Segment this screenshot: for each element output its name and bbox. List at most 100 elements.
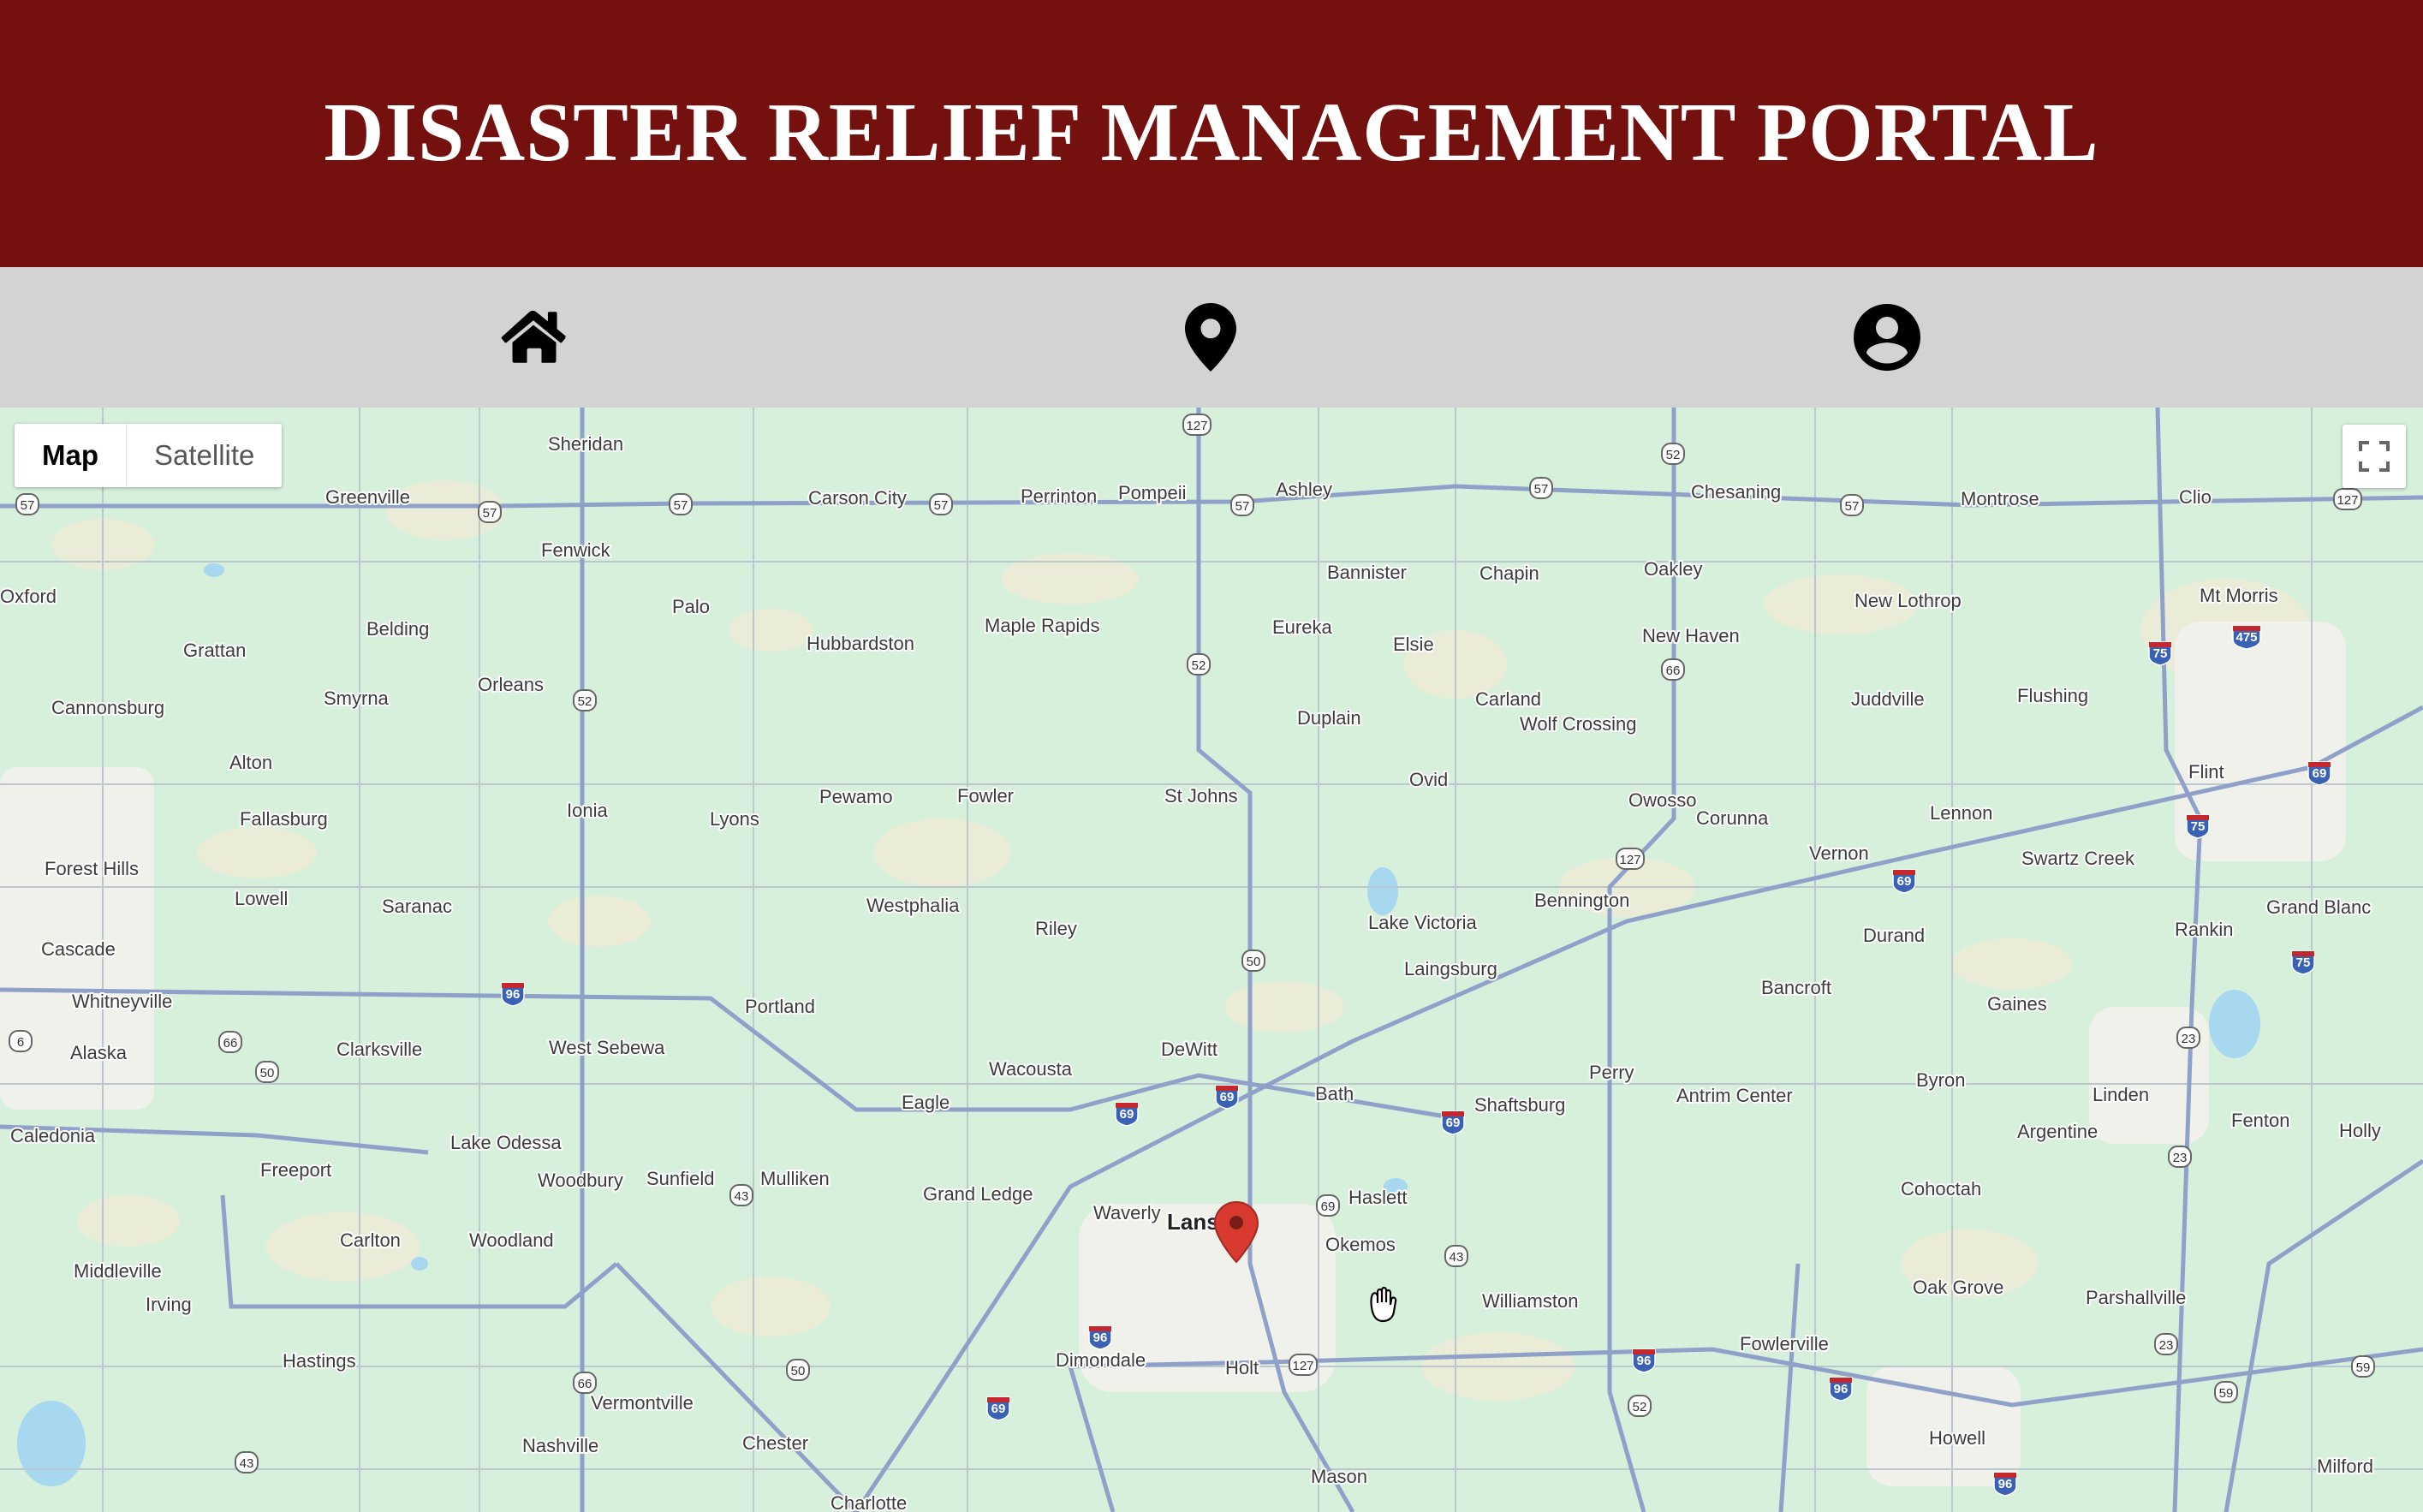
place-label: Alaska	[70, 1042, 128, 1063]
place-label: Durand	[1863, 925, 1925, 946]
place-label: Palo	[672, 596, 710, 617]
place-label: Clarksville	[336, 1039, 422, 1060]
interstate-shield: 475	[2232, 625, 2261, 650]
map-canvas[interactable]: 12752575757 57 575757 12752 6652127506665069…	[0, 408, 2423, 1512]
place-label: Westphalia	[866, 895, 960, 916]
place-label: Woodbury	[538, 1170, 623, 1191]
route-number: 50	[1247, 955, 1261, 969]
place-label: Vernon	[1809, 842, 1869, 864]
place-label: DeWitt	[1161, 1039, 1217, 1060]
route-number: 69	[991, 1402, 1006, 1416]
place-label: Ashley	[1276, 479, 1332, 500]
place-label: Cascade	[41, 938, 116, 960]
place-label: Perrinton	[1021, 485, 1097, 507]
route-shield: 57	[478, 501, 502, 523]
route-number: 96	[1093, 1330, 1108, 1345]
place-label: Dimondale	[1056, 1349, 1146, 1371]
route-shield: 57	[929, 493, 953, 515]
place-label: Orleans	[478, 674, 544, 695]
route-number: 50	[260, 1066, 275, 1080]
route-number: 57	[674, 498, 688, 513]
nav-map-button[interactable]	[1170, 296, 1252, 378]
place-label: Chesaning	[1691, 481, 1781, 503]
place-label: Byron	[1916, 1069, 1965, 1091]
map-type-satellite-button[interactable]: Satellite	[127, 424, 282, 487]
place-label: Grand Ledge	[923, 1183, 1033, 1205]
route-number: 96	[1998, 1477, 2013, 1491]
place-label: Carson City	[808, 487, 907, 509]
place-label: Cannonsburg	[51, 697, 164, 718]
route-number: 127	[1292, 1359, 1313, 1373]
map-type-map-button[interactable]: Map	[15, 424, 127, 487]
place-label: Oak Grove	[1913, 1277, 2003, 1298]
route-number: 23	[2173, 1151, 2188, 1165]
nav-home-button[interactable]	[493, 296, 575, 378]
route-number: 66	[1666, 664, 1681, 678]
fullscreen-button[interactable]	[2343, 425, 2406, 488]
place-label: Duplain	[1297, 707, 1361, 729]
place-label: Lowell	[235, 888, 288, 909]
place-label: Shaftsburg	[1474, 1094, 1565, 1116]
interstate-shield: 96	[1829, 1377, 1853, 1402]
place-label: Pompeii	[1118, 482, 1186, 503]
place-label: Williamston	[1482, 1290, 1578, 1312]
place-label: Chapin	[1479, 563, 1539, 584]
route-shield: 43	[235, 1451, 259, 1473]
place-label: Juddville	[1851, 688, 1925, 710]
place-label: Bath	[1315, 1083, 1354, 1104]
place-label: Clio	[2179, 486, 2212, 508]
route-number: 69	[2313, 766, 2327, 781]
route-shield: 69	[1316, 1194, 1340, 1217]
place-label: Pewamo	[819, 786, 893, 807]
route-shield: 66	[1661, 658, 1685, 681]
route-number: 127	[1619, 853, 1640, 867]
route-shield: 59	[2214, 1381, 2238, 1403]
interstate-shield: 75	[2186, 814, 2210, 839]
interstate-shield: 75	[2291, 950, 2315, 975]
place-label: Freeport	[260, 1159, 331, 1181]
place-label: Waverly	[1093, 1202, 1161, 1223]
route-number: 52	[1666, 448, 1681, 462]
place-label: Greenville	[325, 486, 410, 508]
map-pin-icon	[1185, 303, 1236, 372]
route-shield: 43	[1444, 1245, 1468, 1267]
route-shield: 23	[2168, 1146, 2192, 1168]
place-label: Saranac	[382, 896, 452, 917]
route-number: 75	[2191, 819, 2206, 834]
place-label: Sheridan	[548, 433, 623, 455]
nav-bar	[0, 267, 2423, 408]
place-label: Hastings	[283, 1350, 356, 1372]
place-label: Nashville	[522, 1435, 598, 1456]
map-view[interactable]: 127 52 57 57 57 57 57 57 57 127 52 66 52 127 50 66 6 50 69…	[0, 408, 2423, 1512]
route-number: 57	[483, 506, 497, 521]
place-label: Owosso	[1628, 789, 1696, 811]
route-number: 52	[1633, 1400, 1647, 1414]
route-shield: 23	[2154, 1333, 2178, 1355]
place-label: Alton	[229, 752, 272, 773]
nav-account-button[interactable]	[1846, 296, 1928, 378]
place-label: Gaines	[1987, 993, 2047, 1015]
place-label: Argentine	[2017, 1121, 2098, 1142]
route-shield: 66	[573, 1372, 597, 1394]
place-label: Portland	[745, 996, 815, 1017]
place-label: Lake Victoria	[1368, 912, 1478, 933]
interstate-shield: 96	[501, 982, 525, 1007]
place-label: Middleville	[74, 1260, 162, 1282]
route-number: 69	[1446, 1116, 1461, 1130]
route-number: 57	[1534, 482, 1549, 497]
place-label: Caledonia	[10, 1125, 96, 1146]
place-label: Antrim Center	[1676, 1085, 1793, 1106]
place-label: Holly	[2339, 1120, 2381, 1141]
place-label: Fenwick	[541, 539, 611, 561]
route-number: 43	[240, 1456, 254, 1471]
place-label: Cohoctah	[1901, 1178, 1981, 1199]
route-shield: 127	[2333, 488, 2362, 510]
route-shield: 52	[1628, 1395, 1652, 1417]
interstate-shield: 96	[1632, 1348, 1656, 1373]
place-label: Milford	[2317, 1455, 2373, 1477]
place-label: Oxford	[0, 586, 57, 607]
home-icon	[501, 310, 567, 363]
route-shield: 52	[573, 689, 597, 711]
app-header: DISASTER RELIEF MANAGEMENT PORTAL	[0, 0, 2423, 267]
place-label: Fowlerville	[1740, 1333, 1829, 1354]
